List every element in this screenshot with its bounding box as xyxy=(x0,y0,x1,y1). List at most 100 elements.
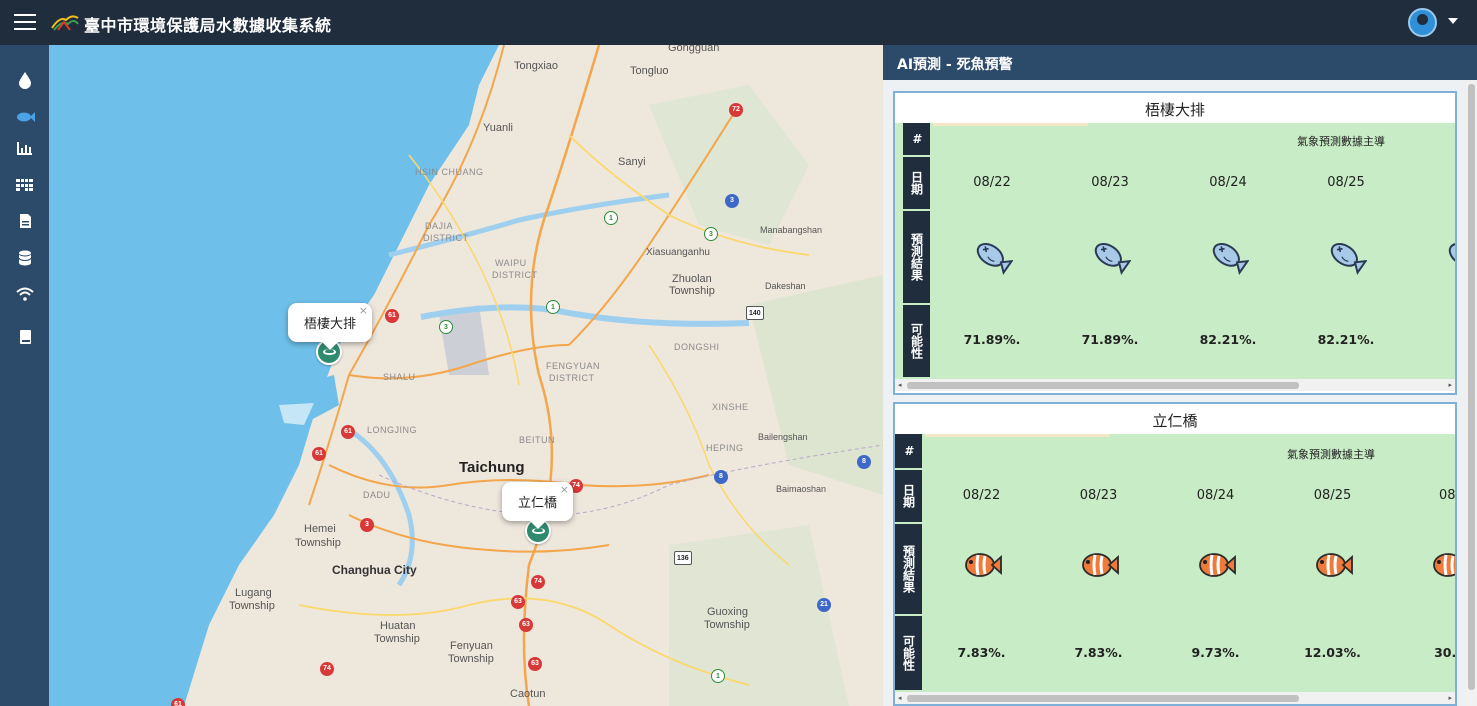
date-cell: 08/23 xyxy=(1079,488,1118,503)
probability-cell: 30.5 xyxy=(1434,645,1457,660)
map-canvas xyxy=(49,45,883,706)
date-cell: 08/25 xyxy=(1327,175,1365,190)
row-header-hash: # xyxy=(895,434,922,468)
source-label: 氣象預測數據主導 xyxy=(1297,135,1385,148)
route-shield: 63 xyxy=(511,595,525,609)
map-label: Xiasuanganhu xyxy=(646,247,710,258)
wifi-icon[interactable] xyxy=(14,283,36,305)
source-label: 氣象預測數據主導 xyxy=(1287,448,1375,461)
close-icon[interactable]: × xyxy=(560,483,569,496)
route-shield: 8 xyxy=(857,455,871,469)
station-name: 立仁橋 xyxy=(1152,412,1198,430)
route-shield: 61 xyxy=(341,425,355,439)
station-card: 立仁橋 # 日期 預測結果 可能性 氣象預測數據主導 08/22 7.83%. 08… xyxy=(893,402,1457,706)
menu-icon[interactable] xyxy=(14,14,36,30)
probability-cell: 7.83%. xyxy=(957,645,1006,660)
route-shield: 63 xyxy=(519,618,533,632)
map-label: Manabangshan xyxy=(760,225,823,235)
route-shield: 140 xyxy=(746,306,764,320)
healthy-fish-icon xyxy=(1157,548,1274,586)
dead-fish-icon xyxy=(1051,235,1169,281)
map-popup-liren: 立仁橋 × xyxy=(502,482,574,529)
station-card: 梧棲大排 # 日期 預測結果 可能性 氣象預測數據主導 08/22 71.89%.… xyxy=(893,91,1457,395)
map-label: Changhua City xyxy=(332,563,417,577)
row-header-prob: 可能性 xyxy=(895,616,922,690)
map-label: Guoxing xyxy=(707,606,748,618)
healthy-fish-icon xyxy=(923,548,1040,586)
fish-icon[interactable] xyxy=(14,106,36,128)
map-label: Hemei xyxy=(304,523,336,535)
route-shield: 3 xyxy=(725,194,739,208)
map-label: Taichung xyxy=(459,459,525,476)
close-icon[interactable]: × xyxy=(359,304,368,317)
user-avatar[interactable] xyxy=(1408,8,1437,37)
route-shield: 72 xyxy=(729,103,743,117)
bar-chart-icon[interactable] xyxy=(14,137,36,159)
map-label: Township xyxy=(295,537,341,549)
probability-cell: 82.21%. xyxy=(1199,332,1257,347)
dead-fish-icon xyxy=(933,235,1051,281)
map-label: Gongguan xyxy=(668,45,720,54)
route-shield: 61 xyxy=(312,447,326,461)
date-cell: 08/24 xyxy=(1196,488,1235,503)
map-label: WAIPU xyxy=(495,258,527,268)
route-shield: 8 xyxy=(714,470,728,484)
row-header-date: 日期 xyxy=(895,470,922,522)
route-shield: 74 xyxy=(531,575,545,589)
water-drop-icon[interactable] xyxy=(14,69,36,91)
probability-cell: 71.89%. xyxy=(963,332,1021,347)
row-header-prob: 可能性 xyxy=(903,305,930,377)
row-header-date: 日期 xyxy=(903,157,930,209)
database-icon[interactable] xyxy=(14,247,36,269)
map-label: SHALU xyxy=(383,372,416,382)
date-cell: 08/ xyxy=(1439,488,1456,503)
map-popup-wuqi: 梧棲大排 × xyxy=(288,303,373,350)
map-label: Fenyuan xyxy=(450,640,493,652)
dead-fish-icon xyxy=(1287,235,1405,281)
probability-cell: 9.73%. xyxy=(1191,645,1240,660)
prediction-table: # 日期 預測結果 可能性 氣象預測數據主導 08/22 7.83%. 08/23 7… xyxy=(895,434,1455,692)
probability-cell: 7.83%. xyxy=(1074,645,1123,660)
route-shield: 3 xyxy=(439,320,453,334)
probability-cell: 12.03%. xyxy=(1304,645,1361,660)
map-label: Bailengshan xyxy=(758,432,808,442)
table-hscroll[interactable]: ◂ ▸ xyxy=(895,379,1455,391)
app-title: 臺中市環境保護局水數據收集系統 xyxy=(84,16,332,35)
map-label: Baimaoshan xyxy=(776,484,827,494)
map-label: Township xyxy=(229,600,275,612)
map-label: Township xyxy=(669,285,715,297)
dead-fish-icon xyxy=(1169,235,1287,281)
book-icon[interactable] xyxy=(14,326,36,348)
map-label: Zhuolan xyxy=(672,273,712,285)
map-label: DISTRICT xyxy=(492,270,538,280)
map-label: DISTRICT xyxy=(423,233,469,243)
healthy-fish-icon xyxy=(1274,548,1391,586)
map-label: Tongxiao xyxy=(514,60,559,72)
row-header-result: 預測結果 xyxy=(895,524,922,614)
map-label: HEPING xyxy=(706,443,744,453)
user-menu-caret-icon[interactable] xyxy=(1448,18,1458,24)
ai-prediction-panel: AI預測 - 死魚預警 梧棲大排 # 日期 預測結果 可能性 氣象預測數據主導 … xyxy=(883,45,1477,706)
map[interactable]: Gongguan Tongxiao Tongluo Yuanli Sanyi H… xyxy=(49,45,883,706)
table-hscroll[interactable]: ◂ ▸ xyxy=(895,692,1455,704)
probability-cell: 64 xyxy=(1405,332,1455,347)
date-cell: 08/22 xyxy=(973,175,1011,190)
panel-scrollbar[interactable] xyxy=(1466,80,1477,706)
map-label: Lugang xyxy=(235,587,272,599)
map-label: Dakeshan xyxy=(765,281,806,291)
map-label: DAJIA xyxy=(425,221,454,231)
route-shield: 3 xyxy=(360,518,374,532)
route-shield: 61 xyxy=(385,309,399,323)
popup-label: 立仁橋 xyxy=(518,496,558,511)
map-label: Tongluo xyxy=(630,65,669,77)
document-icon[interactable] xyxy=(14,210,36,232)
map-label: BEITUN xyxy=(519,435,556,445)
route-shield: 74 xyxy=(320,662,334,676)
route-shield: 136 xyxy=(674,551,692,565)
map-label: DISTRICT xyxy=(549,373,595,383)
route-shield: 63 xyxy=(528,657,542,671)
grid-icon[interactable] xyxy=(14,174,36,196)
row-header-hash: # xyxy=(903,123,930,155)
panel-title: AI預測 - 死魚預警 xyxy=(883,45,1477,80)
date-cell: 0 xyxy=(1405,175,1455,190)
